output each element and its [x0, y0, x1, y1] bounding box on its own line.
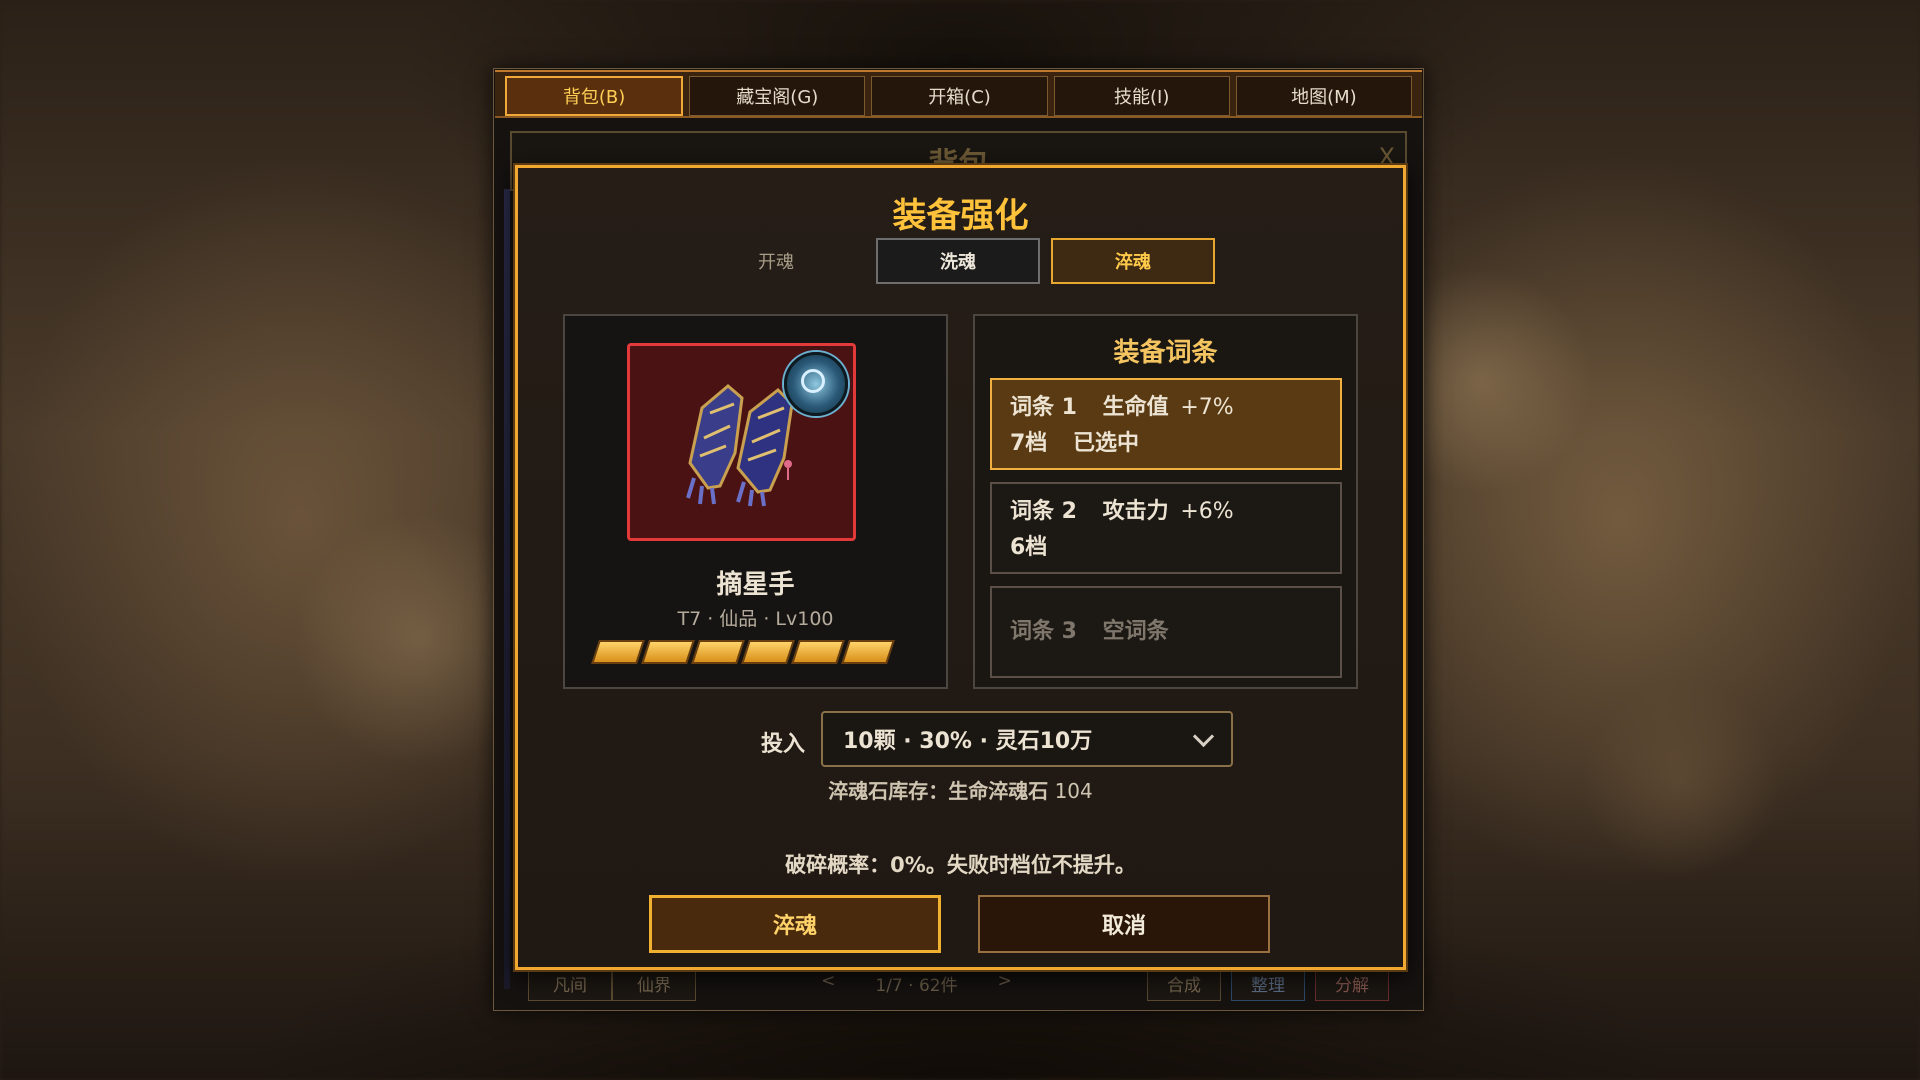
material-select-value: 10颗 · 30% · 灵石10万 [843, 729, 1093, 754]
enhance-level-segment [741, 640, 795, 664]
next-page-button[interactable]: > [998, 971, 1012, 996]
enhance-modal: 装备强化 开魂 洗魂 淬魂 摘星手 T7 · 仙品 · Lv100 装备词条 词… [515, 165, 1406, 970]
affix-stat: 空词条 [1102, 619, 1169, 644]
tab-open-chest[interactable]: 开箱(C) [871, 76, 1048, 116]
main-tab-bar: 背包(B) 藏宝阁(G) 开箱(C) 技能(I) 地图(M) [495, 70, 1422, 118]
enhance-level-segment [791, 640, 845, 664]
backpack-side-strip [504, 189, 510, 989]
affix-option-3[interactable]: 词条 3 空词条 [990, 586, 1342, 678]
material-select[interactable]: 10颗 · 30% · 灵石10万 [821, 711, 1233, 767]
sort-button[interactable]: 整理 [1231, 965, 1305, 1001]
soul-orb-icon [784, 352, 848, 416]
affix-stat: 生命值 [1102, 395, 1169, 420]
affix-slot: 词条 1 [1010, 395, 1077, 420]
affix-option-2[interactable]: 词条 2 攻击力 +6% 6档 [990, 482, 1342, 574]
modal-title: 装备强化 [892, 196, 1029, 236]
affix-stat: 攻击力 [1102, 499, 1169, 524]
affix-value: +6% [1180, 499, 1234, 524]
item-panel: 摘星手 T7 · 仙品 · Lv100 [563, 314, 948, 689]
enhance-level-segment [841, 640, 895, 664]
affix-tier: 7档 [1010, 431, 1048, 456]
tab-treasure-pavilion[interactable]: 藏宝阁(G) [689, 76, 866, 116]
item-meta: T7 · 仙品 · Lv100 [677, 608, 834, 630]
cancel-button[interactable]: 取消 [978, 895, 1270, 953]
chevron-down-icon [1192, 725, 1215, 747]
affix-option-1[interactable]: 词条 1 生命值 +7% 7档 已选中 [990, 378, 1342, 470]
temper-confirm-button[interactable]: 淬魂 [649, 895, 941, 953]
decompose-button[interactable]: 分解 [1315, 965, 1389, 1001]
break-rate-note: 破碎概率：0%。失败时档位不提升。 [785, 853, 1136, 877]
enhance-level-segment [691, 640, 745, 664]
item-name: 摘星手 [716, 570, 795, 600]
affix-tier: 6档 [1010, 535, 1048, 560]
enhance-level-segment [641, 640, 695, 664]
stock-info: 淬魂石库存：生命淬魂石 104 [518, 775, 1403, 804]
mode-selector: 开魂 洗魂 淬魂 [518, 238, 1403, 284]
page-info: 1/7 · 62件 [875, 975, 958, 996]
tab-mortal-realm[interactable]: 凡间 [528, 965, 612, 1001]
tab-skills[interactable]: 技能(I) [1053, 76, 1230, 116]
tab-map[interactable]: 地图(M) [1235, 76, 1413, 116]
affix-section-title: 装备词条 [1113, 338, 1218, 368]
pager: < 1/7 · 62件 > [696, 971, 1137, 996]
affix-slot: 词条 3 [1010, 619, 1077, 644]
stock-count: 104 [1054, 779, 1093, 803]
mode-wash-soul[interactable]: 洗魂 [876, 238, 1040, 284]
affix-panel: 装备词条 词条 1 生命值 +7% 7档 已选中 词条 2 攻击力 +6% 6档 [973, 314, 1358, 689]
tab-immortal-realm[interactable]: 仙界 [612, 965, 696, 1001]
affix-value: +7% [1180, 395, 1234, 420]
enhance-level-bar [591, 640, 895, 664]
item-slot[interactable] [627, 343, 856, 541]
affix-slot: 词条 2 [1010, 499, 1077, 524]
mode-temper-soul[interactable]: 淬魂 [1051, 238, 1215, 284]
input-label: 投入 [761, 732, 806, 757]
merge-button[interactable]: 合成 [1147, 965, 1221, 1001]
tab-backpack[interactable]: 背包(B) [505, 76, 684, 116]
affix-status: 已选中 [1072, 431, 1139, 456]
prev-page-button[interactable]: < [821, 971, 835, 996]
enhance-level-segment [591, 640, 645, 664]
mode-open-soul[interactable]: 开魂 [746, 248, 806, 274]
stock-item: 生命淬魂石 [948, 779, 1049, 803]
stock-label: 淬魂石库存： [828, 779, 949, 803]
